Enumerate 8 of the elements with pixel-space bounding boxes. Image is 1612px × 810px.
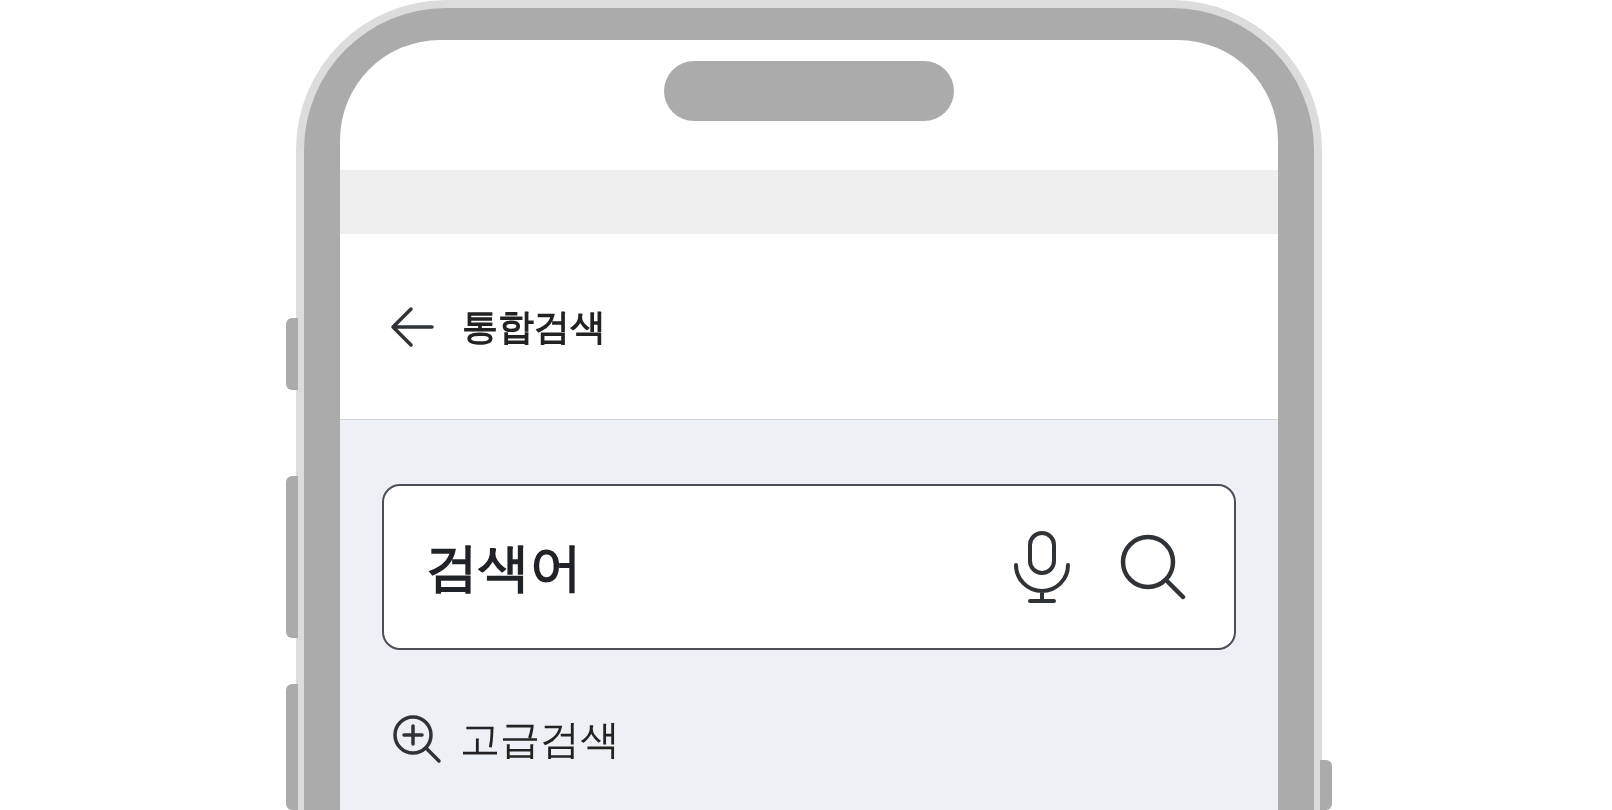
search-input[interactable]: 검색어 [424, 527, 1012, 607]
search-field[interactable]: 검색어 [382, 484, 1236, 650]
zoom-in-icon [392, 714, 442, 764]
microphone-icon[interactable] [1012, 531, 1072, 603]
back-arrow-icon[interactable] [390, 305, 434, 348]
advanced-search-link[interactable]: 고급검색 [382, 708, 626, 770]
page-title: 통합검색 [462, 304, 606, 349]
search-icon[interactable] [1120, 534, 1186, 600]
